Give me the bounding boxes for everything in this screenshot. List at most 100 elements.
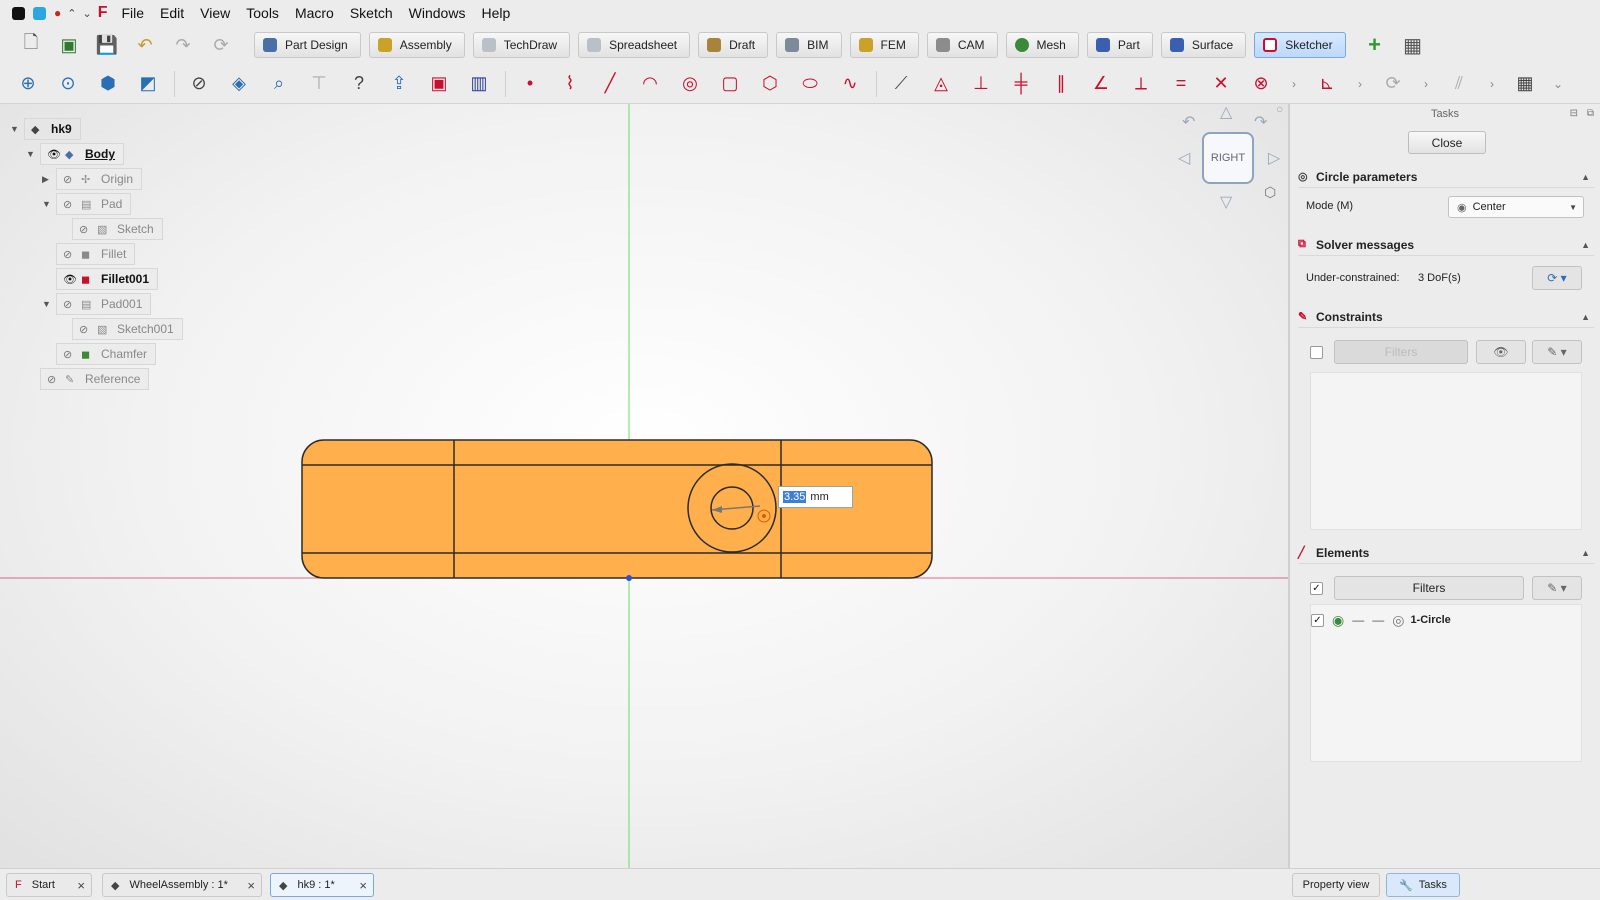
tree-item-reference[interactable]: ⊘ ✎ Reference — [40, 368, 150, 390]
constraints-settings-button[interactable]: ✎ ▾ — [1532, 340, 1582, 364]
tab-hk9[interactable]: ◆ hk9 : 1* × — [270, 873, 374, 897]
workbench-sketcher[interactable]: Sketcher — [1254, 32, 1346, 58]
line-icon[interactable]: ╱ — [596, 69, 624, 99]
view-sketch-icon[interactable]: ◩ — [134, 69, 162, 99]
map-sketch-icon[interactable]: ▥ — [465, 69, 493, 99]
origin-point[interactable] — [626, 575, 632, 581]
workbench-part[interactable]: Part — [1086, 32, 1153, 58]
rotate-up-icon[interactable]: △ — [1220, 104, 1232, 122]
save-icon[interactable]: 💾 — [92, 30, 122, 60]
collapse-icon[interactable]: ▲ — [1581, 240, 1590, 250]
expand-arrow-icon[interactable]: ▼ — [42, 199, 56, 209]
constraint-symmetric-icon[interactable]: ✕ — [1207, 69, 1235, 99]
nav-cube-face[interactable]: RIGHT — [1202, 132, 1254, 184]
tree-item-chamfer[interactable]: ⊘ ◼ Chamfer — [56, 343, 157, 365]
view-menu-icon[interactable]: ○ — [1276, 104, 1283, 116]
refresh-icon[interactable]: ⟳ — [206, 30, 236, 60]
workbench-techdraw[interactable]: TechDraw — [472, 32, 571, 58]
rectangle-icon[interactable]: ▢ — [716, 69, 744, 99]
element-start-icon[interactable]: — — [1352, 613, 1364, 627]
constraints-visibility-button[interactable]: 👁 — [1476, 340, 1526, 364]
workbench-mesh[interactable]: Mesh — [1005, 32, 1079, 58]
chevron-right-icon[interactable]: › — [1485, 69, 1499, 99]
external-geometry-icon[interactable]: ⟋ — [887, 69, 915, 99]
eye-hidden-icon[interactable]: ⊘ — [79, 323, 97, 336]
sketch-canvas[interactable] — [0, 104, 1288, 868]
polygon-icon[interactable]: ⬡ — [756, 69, 784, 99]
add-workbench-icon[interactable]: + — [1360, 30, 1390, 60]
close-button[interactable]: Close — [1408, 131, 1486, 154]
menu-windows[interactable]: Windows — [401, 5, 474, 21]
transform-icon[interactable]: ⟳ — [1379, 69, 1407, 99]
elements-filter-button[interactable]: Filters — [1334, 576, 1524, 600]
grid-icon[interactable]: ▦ — [1398, 30, 1428, 60]
constraint-tangent-icon[interactable]: ⟂ — [1127, 69, 1155, 99]
rotate-down-icon[interactable]: ▽ — [1220, 192, 1232, 212]
chevron-right-icon[interactable]: › — [1419, 69, 1433, 99]
expand-arrow-icon[interactable]: ▼ — [26, 149, 40, 159]
float-panel-icon[interactable]: ⊟ — [1570, 108, 1578, 119]
fit-all-icon[interactable]: ⊕ — [14, 69, 42, 99]
undock-panel-icon[interactable]: ⧉ — [1587, 108, 1594, 119]
elements-list[interactable]: ✓ ◉ — — ◎ 1-Circle — [1310, 604, 1582, 762]
redo-icon[interactable]: ↷ — [168, 30, 198, 60]
slot-icon[interactable]: ⬭ — [796, 69, 824, 99]
element-circle-icon[interactable]: ◎ — [1392, 612, 1404, 629]
elements-header[interactable]: ╱ Elements ▲ — [1298, 542, 1594, 564]
part-body[interactable] — [301, 439, 933, 579]
eye-icon[interactable]: 👁 — [47, 148, 65, 161]
tree-item-pad001[interactable]: ▼ ⊘ ▤ Pad001 — [42, 293, 152, 315]
tree-item-fillet001[interactable]: 👁 ◼ Fillet001 — [56, 268, 159, 290]
draw-style-icon[interactable]: ⊘ — [185, 69, 213, 99]
workbench-assembly[interactable]: Assembly — [368, 32, 465, 58]
eye-hidden-icon[interactable]: ⊘ — [63, 348, 81, 361]
eye-hidden-icon[interactable]: ⊘ — [63, 173, 81, 186]
workbench-bim[interactable]: BIM — [776, 32, 842, 58]
constraints-filter-button[interactable]: Filters — [1334, 340, 1468, 364]
constraint-equal-icon[interactable]: = — [1167, 69, 1195, 99]
expand-arrow-icon[interactable]: ▼ — [10, 124, 24, 134]
constraints-list[interactable] — [1310, 372, 1582, 530]
menu-tools[interactable]: Tools — [238, 5, 287, 21]
app-square-icon[interactable] — [12, 6, 25, 20]
menu-file[interactable]: File — [113, 5, 152, 21]
tree-item-origin[interactable]: ▶ ⊘ ✢ Origin — [42, 168, 143, 190]
rotate-ccw-icon[interactable]: ↶ — [1182, 112, 1195, 132]
3d-viewport[interactable]: ▼ ◆ hk9 ▼ 👁 ◆ Body ▶ ⊘ ✢ Origin ▼ ⊘ ▤ Pad ⊘ ▧ Ske… — [0, 104, 1288, 868]
constraints-filter-checkbox[interactable] — [1310, 346, 1323, 359]
workbench-part-design[interactable]: Part Design — [254, 32, 361, 58]
dimension-icon[interactable]: ⊾ — [1313, 69, 1341, 99]
menu-help[interactable]: Help — [473, 5, 518, 21]
undo-icon[interactable]: ↶ — [130, 30, 160, 60]
chevron-right-icon[interactable]: › — [1353, 69, 1367, 99]
app-logo-icon[interactable] — [33, 6, 46, 20]
measure-icon[interactable]: ⊤ — [305, 69, 333, 99]
refresh-solver-button[interactable]: ⟳ ▾ — [1532, 266, 1582, 290]
eye-hidden-icon[interactable]: ⊘ — [79, 223, 97, 236]
construction-mode-icon[interactable]: ◬ — [927, 69, 955, 99]
bspline-icon[interactable]: ∿ — [836, 69, 864, 99]
snap-grid-icon[interactable]: ▦ — [1511, 69, 1539, 99]
tree-item-pad[interactable]: ▼ ⊘ ▤ Pad — [42, 193, 132, 215]
new-document-icon[interactable]: 🗋 — [16, 30, 46, 60]
constraint-perpendicular-icon[interactable]: ∠ — [1087, 69, 1115, 99]
constraint-vertical-distance-icon[interactable]: ⊥ — [967, 69, 995, 99]
tree-item-body[interactable]: ▼ 👁 ◆ Body — [26, 143, 124, 165]
tree-item-sketch[interactable]: ⊘ ▧ Sketch — [72, 218, 163, 240]
rotate-left-icon[interactable]: ◁ — [1178, 148, 1190, 168]
constraints-header[interactable]: ✎ Constraints ▲ — [1298, 306, 1594, 328]
chevron-right-icon[interactable]: › — [1287, 69, 1301, 99]
tree-item-sketch001[interactable]: ⊘ ▧ Sketch001 — [72, 318, 183, 340]
workbench-draft[interactable]: Draft — [698, 32, 769, 58]
mode-select[interactable]: ◉ Center ▼ — [1448, 196, 1584, 218]
record-icon[interactable]: ● — [54, 6, 61, 20]
navigation-cube[interactable]: RIGHT △ ▽ ◁ ▷ ↶ ↷ ○ ⬡ — [1168, 104, 1288, 224]
elements-settings-button[interactable]: ✎ ▾ — [1532, 576, 1582, 600]
eye-hidden-icon[interactable]: ⊘ — [47, 373, 65, 386]
workbench-fem[interactable]: FEM — [849, 32, 919, 58]
element-checkbox[interactable]: ✓ — [1311, 613, 1324, 627]
tab-property-view[interactable]: Property view — [1292, 873, 1380, 897]
list-item[interactable]: ✓ ◉ — — ◎ 1-Circle — [1311, 609, 1451, 631]
radius-input[interactable]: 3.35 mm — [778, 486, 853, 508]
constraint-block-icon[interactable]: ⊗ — [1247, 69, 1275, 99]
